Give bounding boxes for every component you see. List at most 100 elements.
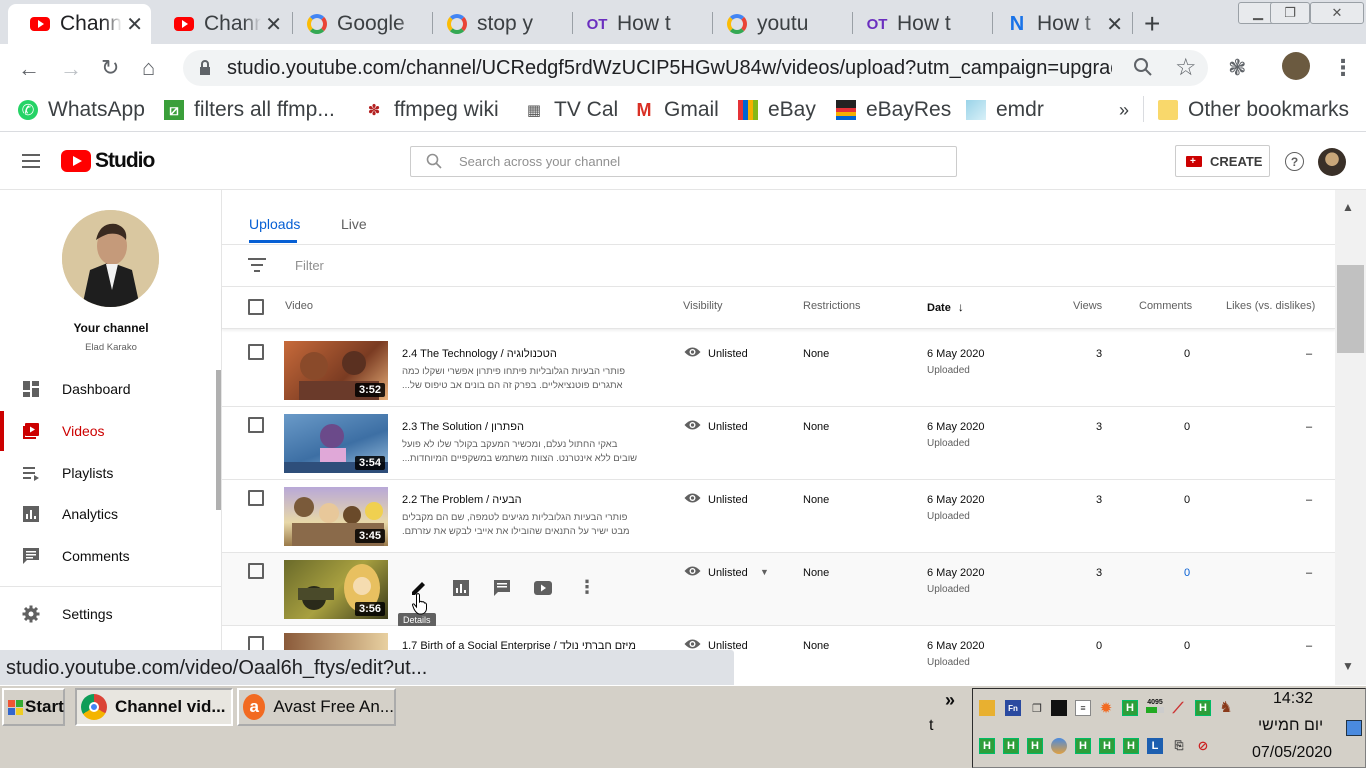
row-checkbox[interactable] [248,344,264,360]
comments-icon[interactable] [493,579,511,597]
browser-tab-1[interactable]: Chann ✕ [8,4,151,44]
zoom-search-icon[interactable] [1133,57,1153,82]
hamburger-menu-icon[interactable] [22,154,40,173]
video-thumbnail[interactable] [284,633,388,650]
sidebar-item-videos[interactable]: Videos [0,411,215,451]
clock-time[interactable]: 14:32 [1273,690,1313,708]
sidebar-item-analytics[interactable]: Analytics [0,494,215,534]
extension-icon[interactable]: ❃ [1228,55,1246,81]
taskbar-overflow-chevron-icon[interactable]: » [945,690,955,711]
youtube-play-icon[interactable] [534,580,552,596]
row-checkbox[interactable] [248,563,264,579]
more-options-icon[interactable]: ⋮ [578,577,596,598]
browser-tab-7[interactable]: OT How t [853,4,991,44]
close-tab-icon[interactable]: ✕ [1106,12,1123,37]
tray-red-arrow-icon[interactable]: ⟋ [1170,700,1186,717]
account-avatar[interactable] [1318,148,1346,176]
create-button[interactable]: + CREATE [1175,145,1270,177]
analytics-icon[interactable] [452,579,470,597]
video-title[interactable]: 2.2 The Problem / הבעיה [402,494,522,506]
tray-document-icon[interactable]: ≡ [1075,700,1091,716]
visibility-value[interactable]: Unlisted [708,640,748,650]
home-icon[interactable]: ⌂ [142,55,155,81]
help-icon[interactable]: ? [1285,152,1304,171]
bookmark-ffmpeg-filters[interactable]: ⧄ filters all ffmp... [164,96,335,124]
reload-icon[interactable]: ↻ [101,55,119,81]
row-checkbox[interactable] [248,636,264,650]
column-date[interactable]: Date ↓ [927,300,964,314]
video-thumbnail[interactable]: 3:54 [284,414,388,473]
browser-tab-4[interactable]: stop y [433,4,571,44]
table-row[interactable]: 3:54 2.3 The Solution / הפתרון באקי החתו… [222,407,1335,480]
column-comments[interactable]: Comments [1139,300,1192,312]
video-title[interactable]: 2.4 The Technology / הטכנולוגיה [402,348,557,360]
tray-network-icon[interactable] [1346,720,1362,736]
table-row-hovered[interactable]: 3:56 ⋮ Details Unlisted ▼ None 6 May 202… [222,553,1335,627]
tray-figure-icon[interactable]: ♞ [1218,699,1234,716]
tray-h-icon[interactable]: H [979,738,995,754]
chrome-menu-icon[interactable]: ⋮ [1332,55,1354,81]
back-arrow-icon[interactable]: ← [18,56,40,82]
close-window-icon[interactable]: ✕ [1310,2,1364,24]
tray-globe-icon[interactable] [1051,738,1067,754]
sidebar-item-playlists[interactable]: Playlists [0,453,215,493]
browser-tab-6[interactable]: youtu [713,4,851,44]
tray-copy-icon[interactable]: ❐ [1029,700,1045,716]
filter-icon[interactable] [248,258,266,277]
studio-logo[interactable]: Studio [61,149,155,173]
scroll-down-arrow-icon[interactable]: ▼ [1342,659,1354,673]
browser-tab-8[interactable]: N How t ✕ [993,4,1131,44]
bookmark-gmail[interactable]: M Gmail [634,96,719,124]
bookmarks-overflow-chevron-icon[interactable]: » [1119,96,1129,124]
video-title[interactable]: 1.7 Birth of a Social Enterprise / מיזם … [402,640,636,650]
sidebar-scrollbar[interactable] [216,370,221,510]
new-tab-plus-icon[interactable]: + [1144,8,1160,40]
visibility-value[interactable]: Unlisted [708,348,748,360]
start-button[interactable]: Start [2,688,65,726]
video-thumbnail[interactable]: 3:52 [284,341,388,400]
tray-meter-icon[interactable]: 4095 [1145,698,1165,714]
tray-usb-icon[interactable]: ⎘ [1171,738,1187,754]
column-restrictions[interactable]: Restrictions [803,300,860,312]
visibility-value[interactable]: Unlisted [708,494,748,506]
comments-link[interactable]: 0 [1184,567,1190,579]
row-checkbox[interactable] [248,417,264,433]
table-row[interactable]: 3:45 2.2 The Problem / הבעיה פותרי הבעיו… [222,480,1335,553]
close-tab-icon[interactable]: ✕ [126,12,143,37]
tray-h-icon[interactable]: H [1075,738,1091,754]
visibility-dropdown[interactable]: Unlisted [708,567,748,579]
tray-h-icon[interactable]: H [1003,738,1019,754]
tab-uploads[interactable]: Uploads [249,216,300,232]
visibility-value[interactable]: Unlisted [708,421,748,433]
sidebar-item-dashboard[interactable]: Dashboard [0,369,215,409]
sidebar-item-comments[interactable]: Comments [0,536,215,576]
tray-box-icon[interactable] [979,700,995,716]
video-title[interactable]: 2.3 The Solution / הפתרון [402,421,524,433]
profile-avatar[interactable] [1282,52,1310,80]
bookmark-ebayres[interactable]: eBayRes [836,96,951,124]
bookmark-ffmpeg-wiki[interactable]: ✽ ffmpeg wiki [364,96,499,124]
tray-h-icon[interactable]: H [1195,700,1211,716]
restore-window-icon[interactable]: ❐ [1270,2,1310,24]
video-thumbnail[interactable]: 3:45 [284,487,388,546]
filter-input[interactable]: Filter [295,258,324,273]
bookmark-emdr[interactable]: emdr [966,96,1044,124]
channel-avatar[interactable] [62,210,159,307]
tray-avast-icon[interactable]: ✹ [1098,700,1114,717]
scrollbar-thumb[interactable] [1337,265,1364,353]
tray-h-icon[interactable]: H [1122,700,1138,716]
tray-h-icon[interactable]: H [1027,738,1043,754]
tab-live[interactable]: Live [341,216,367,232]
video-thumbnail[interactable]: 3:56 [284,560,388,619]
browser-tab-3[interactable]: Google [293,4,431,44]
bookmark-tv-cal[interactable]: ▦ TV Cal [524,96,618,124]
close-tab-icon[interactable]: ✕ [265,12,282,37]
other-bookmarks[interactable]: Other bookmarks [1158,96,1349,124]
column-likes[interactable]: Likes (vs. dislikes) [1226,300,1315,312]
sidebar-item-settings[interactable]: Settings [0,594,215,634]
taskbar-chrome-button[interactable]: Channel vid... [75,688,233,726]
column-visibility[interactable]: Visibility [683,300,723,312]
tray-mute-volume-icon[interactable]: ⊘ [1195,738,1211,754]
forward-arrow-icon[interactable]: → [60,56,82,82]
tray-l-icon[interactable]: L [1147,738,1163,754]
